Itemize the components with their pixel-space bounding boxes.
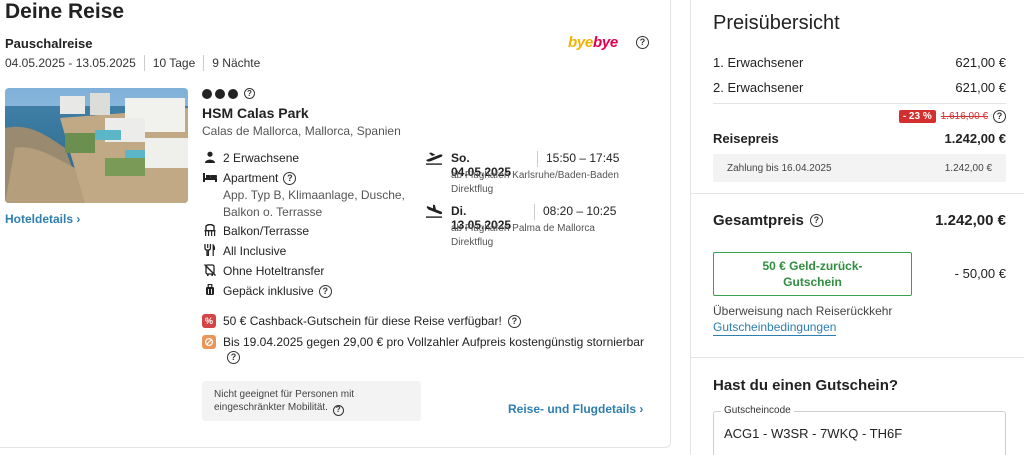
no-bus-icon [202,264,218,279]
star-dot [215,88,225,99]
feature-room-detail: App. Typ B, Klimaanlage, Dusche, Balkon … [223,188,405,219]
cashback-promo: % 50 € Cashback-Gutschein für diese Reis… [202,314,521,328]
help-icon[interactable]: ? [318,285,332,298]
help-icon[interactable]: ? [636,36,649,49]
cancellation-icon [202,335,216,349]
days-count: 10 Tage [152,56,196,70]
person-icon [202,151,218,166]
transfer-note: Überweisung nach Reiserückkehr [713,304,893,318]
plane-arrival-icon [425,204,445,221]
travel-price-row: Reisepreis 1.242,00 € [713,131,1006,146]
payment-schedule: Zahlung bis 16.04.2025 1.242,00 € [713,154,1006,182]
trip-dates: 04.05.2025 - 13.05.2025 10 Tage 9 Nächte [5,55,260,71]
coupon-field-label: Gutscheincode [721,405,794,416]
help-icon[interactable]: ? [809,214,823,227]
divider [713,103,1006,104]
old-price: 1.616,00 € [940,111,988,122]
mobility-note: Nicht geeignet für Personen mit eingesch… [202,381,421,421]
help-icon[interactable]: ? [227,351,240,364]
help-icon[interactable]: ? [507,314,521,328]
byebye-logo: byebye [568,34,618,51]
coupon-title: Hast du einen Gutschein? [713,377,899,394]
luggage-icon [202,283,218,299]
nights-count: 9 Nächte [212,56,261,70]
page-title: Deine Reise [5,0,125,23]
hotel-name: HSM Calas Park [202,105,309,121]
total-price-row: Gesamtpreis ? 1.242,00 € [713,212,1006,229]
help-icon[interactable]: ? [244,88,255,99]
cancellation-promo: Bis 19.04.2025 gegen 29,00 € pro Vollzah… [202,334,662,350]
star-dot [202,88,212,99]
coupon-code-input[interactable] [724,426,994,441]
plane-departure-icon [425,151,445,168]
voucher-conditions-link[interactable]: Gutscheinbedingungen [713,320,837,336]
divider [534,204,535,220]
hotel-details-link[interactable]: Hoteldetails › [5,212,80,226]
cutlery-icon [202,244,218,259]
price-row: 1. Erwachsener 621,00 € [713,55,1006,70]
price-title: Preisübersicht [713,12,840,34]
hotel-image[interactable] [5,88,188,203]
trip-details-link[interactable]: Reise- und Flugdetails › [508,402,643,416]
divider [691,357,1024,358]
bed-icon [202,171,218,186]
trip-panel: Deine Reise Pauschalreise 04.05.2025 - 1… [0,0,671,448]
date-range: 04.05.2025 - 13.05.2025 [5,56,136,70]
hotel-location: Calas de Mallorca, Mallorca, Spanien [202,124,401,138]
feature-travellers: 2 Erwachsene [202,151,299,166]
star-dot [228,88,238,99]
cashback-voucher-button[interactable]: 50 € Geld-zurück-Gutschein [713,252,912,296]
price-row: 2. Erwachsener 621,00 € [713,80,1006,95]
discount-info: - 23 % 1.616,00 € ? [713,110,1006,123]
divider [143,55,145,71]
chevron-right-icon: › [76,212,81,226]
divider [691,193,1024,194]
feature-view: Balkon/Terrasse [202,223,309,239]
help-icon[interactable]: ? [993,110,1006,123]
balcony-icon [202,223,218,239]
help-icon[interactable]: ? [332,404,344,416]
chevron-right-icon: › [639,402,644,416]
feature-luggage: Gepäck inklusive ? [202,283,332,299]
divider [203,55,205,71]
coupon-field[interactable]: Gutscheincode [713,405,1006,455]
percent-badge-icon: % [202,314,216,328]
feature-board: All Inclusive [202,244,286,259]
price-panel: Preisübersicht 1. Erwachsener 621,00 € 2… [690,0,1024,455]
feature-room: Apartment ? [202,171,297,186]
discount-badge: - 23 % [898,110,936,123]
help-icon[interactable]: ? [283,172,297,185]
star-rating: ? [202,88,255,99]
package-type: Pauschalreise [5,36,93,51]
feature-transfer: Ohne Hoteltransfer [202,264,324,279]
divider [537,151,538,167]
